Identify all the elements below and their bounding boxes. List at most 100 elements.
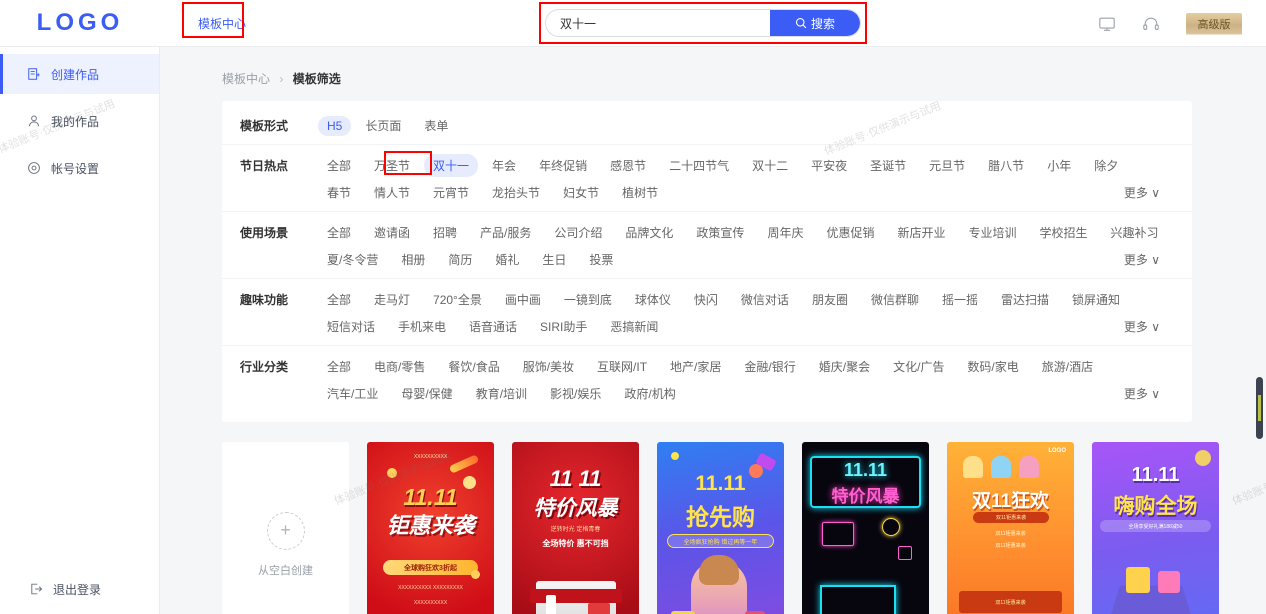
filter-option[interactable]: 生日 <box>533 248 575 271</box>
vip-badge[interactable]: 高级版 <box>1186 12 1242 35</box>
filter-option[interactable]: 朋友圈 <box>803 288 857 311</box>
filter-option[interactable]: 长页面 <box>356 114 410 137</box>
filter-option[interactable]: 夏/冬令营 <box>318 248 387 271</box>
filter-option[interactable]: 新店开业 <box>888 221 954 244</box>
filter-option[interactable]: 元旦节 <box>920 154 974 177</box>
filter-option[interactable]: 服饰/美妆 <box>514 355 583 378</box>
filter-option[interactable]: 雷达扫描 <box>992 288 1058 311</box>
filter-option[interactable]: 语音通话 <box>460 315 526 338</box>
filter-option[interactable]: 恶搞新闻 <box>601 315 667 338</box>
filter-option[interactable]: 除夕 <box>1085 154 1127 177</box>
filter-option[interactable]: 短信对话 <box>318 315 384 338</box>
vertical-scrollbar[interactable] <box>1256 377 1263 439</box>
filter-option[interactable]: 电商/零售 <box>365 355 434 378</box>
template-thumbnail[interactable]: 11.11 嗨购全场 全场享受好礼满188减50 <box>1092 442 1219 614</box>
filter-option[interactable]: 龙抬头节 <box>483 181 549 204</box>
filter-option[interactable]: 情人节 <box>365 181 419 204</box>
filter-option[interactable]: 餐饮/食品 <box>439 355 508 378</box>
filter-option[interactable]: 投票 <box>580 248 622 271</box>
template-card[interactable]: 11 11 特价风暴 逆转时光 定格青春 全场特价 惠不可挡 双十一商家微商促销… <box>512 442 639 614</box>
filter-option[interactable]: SIRI助手 <box>531 315 596 338</box>
filter-option[interactable]: 一镜到底 <box>555 288 621 311</box>
sidebar-item-create[interactable]: 创建作品 <box>0 54 159 94</box>
nav-template-center[interactable]: 模板中心 <box>188 9 256 38</box>
blank-thumbnail[interactable]: + 从空白创建 <box>222 442 349 614</box>
filter-option[interactable]: 优惠促销 <box>817 221 883 244</box>
filter-option[interactable]: 全部 <box>318 221 360 244</box>
sidebar-item-account-settings[interactable]: 帐号设置 <box>0 148 159 188</box>
filter-option[interactable]: 数码/家电 <box>958 355 1027 378</box>
filter-option[interactable]: 影视/娱乐 <box>541 382 610 405</box>
template-card[interactable]: 11.11 抢先购 全场疯狂抢购 错过再等一年 快闪x炫酷双十一促销 By 王前… <box>657 442 784 614</box>
template-card[interactable]: LOGO 双11狂欢 双11钜惠来袭 双11钜惠来袭 双11钜惠来袭 双11钜惠… <box>947 442 1074 614</box>
sidebar-item-my-works[interactable]: 我的作品 <box>0 101 159 141</box>
filter-option[interactable]: 720°全景 <box>424 288 491 311</box>
template-card[interactable]: XXXXXXXXXX 11.11 钜惠来袭 全球购狂欢3折起 XXXXXXXXX… <box>367 442 494 614</box>
filter-option[interactable]: 双十二 <box>743 154 797 177</box>
template-thumbnail[interactable]: LOGO 双11狂欢 双11钜惠来袭 双11钜惠来袭 双11钜惠来袭 双11钜惠… <box>947 442 1074 614</box>
app-logo[interactable]: LOGO <box>0 9 160 37</box>
filter-option[interactable]: 招聘 <box>424 221 466 244</box>
filter-option[interactable]: 文化/广告 <box>884 355 953 378</box>
filter-option[interactable]: 万圣节 <box>365 154 419 177</box>
search-input[interactable] <box>546 10 770 36</box>
filter-option[interactable]: 全部 <box>318 288 360 311</box>
filter-option[interactable]: 圣诞节 <box>861 154 915 177</box>
filter-option[interactable]: 相册 <box>392 248 434 271</box>
filter-option[interactable]: 春节 <box>318 181 360 204</box>
filter-option[interactable]: 元宵节 <box>424 181 478 204</box>
template-card[interactable]: 11.11 嗨购全场 全场享受好礼满188减50 快闪x双十一服饰女装节日...… <box>1092 442 1219 614</box>
filter-option[interactable]: 微信对话 <box>732 288 798 311</box>
filter-option[interactable]: 表单 <box>415 114 457 137</box>
filter-option[interactable]: 教育/培训 <box>467 382 536 405</box>
template-thumbnail[interactable]: XXXXXXXXXX 11.11 钜惠来袭 全球购狂欢3折起 XXXXXXXXX… <box>367 442 494 614</box>
filter-option[interactable]: 学校招生 <box>1031 221 1097 244</box>
filter-option[interactable]: 小年 <box>1038 154 1080 177</box>
filter-option[interactable]: 邀请函 <box>365 221 419 244</box>
filter-option[interactable]: 植树节 <box>613 181 667 204</box>
filter-option[interactable]: 双十一 <box>424 154 479 177</box>
filter-option[interactable]: H5 <box>318 115 352 136</box>
filter-option[interactable]: 产品/服务 <box>471 221 540 244</box>
breadcrumb-root[interactable]: 模板中心 <box>222 72 270 86</box>
filter-option[interactable]: 画中画 <box>496 288 550 311</box>
filter-option[interactable]: 球体仪 <box>626 288 680 311</box>
filter-option[interactable]: 政府/机构 <box>615 382 684 405</box>
filter-option[interactable]: 兴趣补习 <box>1102 221 1168 244</box>
filter-option[interactable]: 互联网/IT <box>588 355 656 378</box>
headset-icon[interactable] <box>1142 15 1160 33</box>
filter-option[interactable]: 政策宣传 <box>687 221 753 244</box>
filter-more-button[interactable]: 更多 ∨ <box>1115 181 1169 204</box>
filter-option[interactable]: 婚礼 <box>486 248 528 271</box>
filter-option[interactable]: 二十四节气 <box>660 154 738 177</box>
filter-more-button[interactable]: 更多 ∨ <box>1115 315 1169 338</box>
filter-option[interactable]: 公司介绍 <box>545 221 611 244</box>
filter-option[interactable]: 旅游/酒店 <box>1033 355 1102 378</box>
template-card[interactable]: 11.11 特价风暴 霓虹灯风双11活动促销 By 本平台原创 <box>802 442 929 614</box>
filter-option[interactable]: 快闪 <box>685 288 727 311</box>
logout-button[interactable]: 退出登录 <box>0 572 160 606</box>
filter-option[interactable]: 走马灯 <box>365 288 419 311</box>
filter-option[interactable]: 锁屏通知 <box>1063 288 1129 311</box>
monitor-icon[interactable] <box>1098 15 1116 33</box>
filter-option[interactable]: 平安夜 <box>802 154 856 177</box>
filter-option[interactable]: 摇一摇 <box>933 288 987 311</box>
filter-option[interactable]: 年会 <box>483 154 525 177</box>
template-card-blank[interactable]: + 从空白创建 发挥你的创意 By Yourself <box>222 442 349 614</box>
template-thumbnail[interactable]: 11.11 抢先购 全场疯狂抢购 错过再等一年 <box>657 442 784 614</box>
filter-option[interactable]: 母婴/保健 <box>392 382 461 405</box>
template-thumbnail[interactable]: 11.11 特价风暴 <box>802 442 929 614</box>
filter-option[interactable]: 腊八节 <box>979 154 1033 177</box>
filter-option[interactable]: 婚庆/聚会 <box>810 355 879 378</box>
filter-option[interactable]: 手机来电 <box>389 315 455 338</box>
template-thumbnail[interactable]: 11 11 特价风暴 逆转时光 定格青春 全场特价 惠不可挡 <box>512 442 639 614</box>
filter-option[interactable]: 金融/银行 <box>735 355 804 378</box>
filter-option[interactable]: 地产/家居 <box>661 355 730 378</box>
search-button[interactable]: 搜索 <box>770 10 860 36</box>
filter-option[interactable]: 全部 <box>318 154 360 177</box>
filter-option[interactable]: 全部 <box>318 355 360 378</box>
filter-option[interactable]: 周年庆 <box>758 221 812 244</box>
filter-option[interactable]: 汽车/工业 <box>318 382 387 405</box>
filter-more-button[interactable]: 更多 ∨ <box>1115 382 1169 405</box>
filter-option[interactable]: 年终促销 <box>530 154 596 177</box>
